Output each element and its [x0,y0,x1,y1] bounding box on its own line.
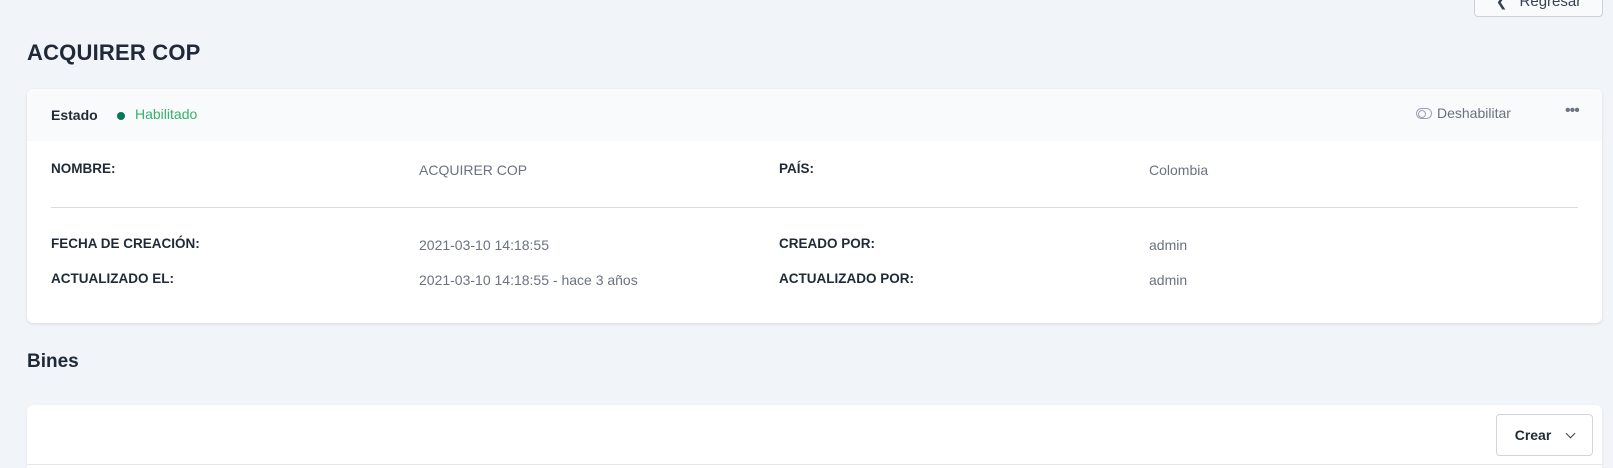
created-at-value: 2021-03-10 14:18:55 [419,237,549,253]
status-header: Estado Habilitado Deshabilitar ••• [27,89,1602,141]
arrow-left-icon: ❮ [1495,0,1508,9]
name-label: NOMBRE: [51,161,116,176]
toggle-off-icon [1416,107,1432,119]
created-by-label: CREADO POR: [779,236,876,251]
bins-card: Crear [27,405,1602,468]
updated-by-label: ACTUALIZADO POR: [779,271,914,286]
created-by-value: admin [1149,237,1188,253]
acquirer-details-card: Estado Habilitado Deshabilitar ••• NOMBR… [27,89,1602,323]
chevron-down-icon [1565,428,1576,438]
create-bin-button[interactable]: Crear [1496,414,1593,456]
details-divider [51,207,1578,208]
updated-at-value: 2021-03-10 14:18:55 - hace 3 años [419,272,638,288]
more-horizontal-icon[interactable]: ••• [1565,102,1580,120]
bins-toolbar-divider [27,464,1602,465]
status-dot-icon [117,112,125,120]
acquirer-detail-page: ❮ Regresar ACQUIRER COP Estado Habilitad… [0,0,1613,468]
status-badge: Habilitado [135,106,198,122]
updated-at-label: ACTUALIZADO EL: [51,271,174,286]
back-button[interactable]: ❮ Regresar [1474,0,1603,17]
disable-button[interactable]: Deshabilitar [1416,105,1511,121]
disable-button-label: Deshabilitar [1437,105,1511,121]
country-label: PAÍS: [779,161,815,176]
country-value: Colombia [1149,162,1209,178]
bins-section-title: Bines [27,351,79,372]
status-label: Estado [51,107,98,123]
name-value: ACQUIRER COP [419,162,528,178]
updated-by-value: admin [1149,272,1188,288]
page-title: ACQUIRER COP [27,40,201,65]
create-button-label: Crear [1514,427,1552,443]
back-button-label: Regresar [1519,0,1582,10]
created-at-label: FECHA DE CREACIÓN: [51,236,200,251]
